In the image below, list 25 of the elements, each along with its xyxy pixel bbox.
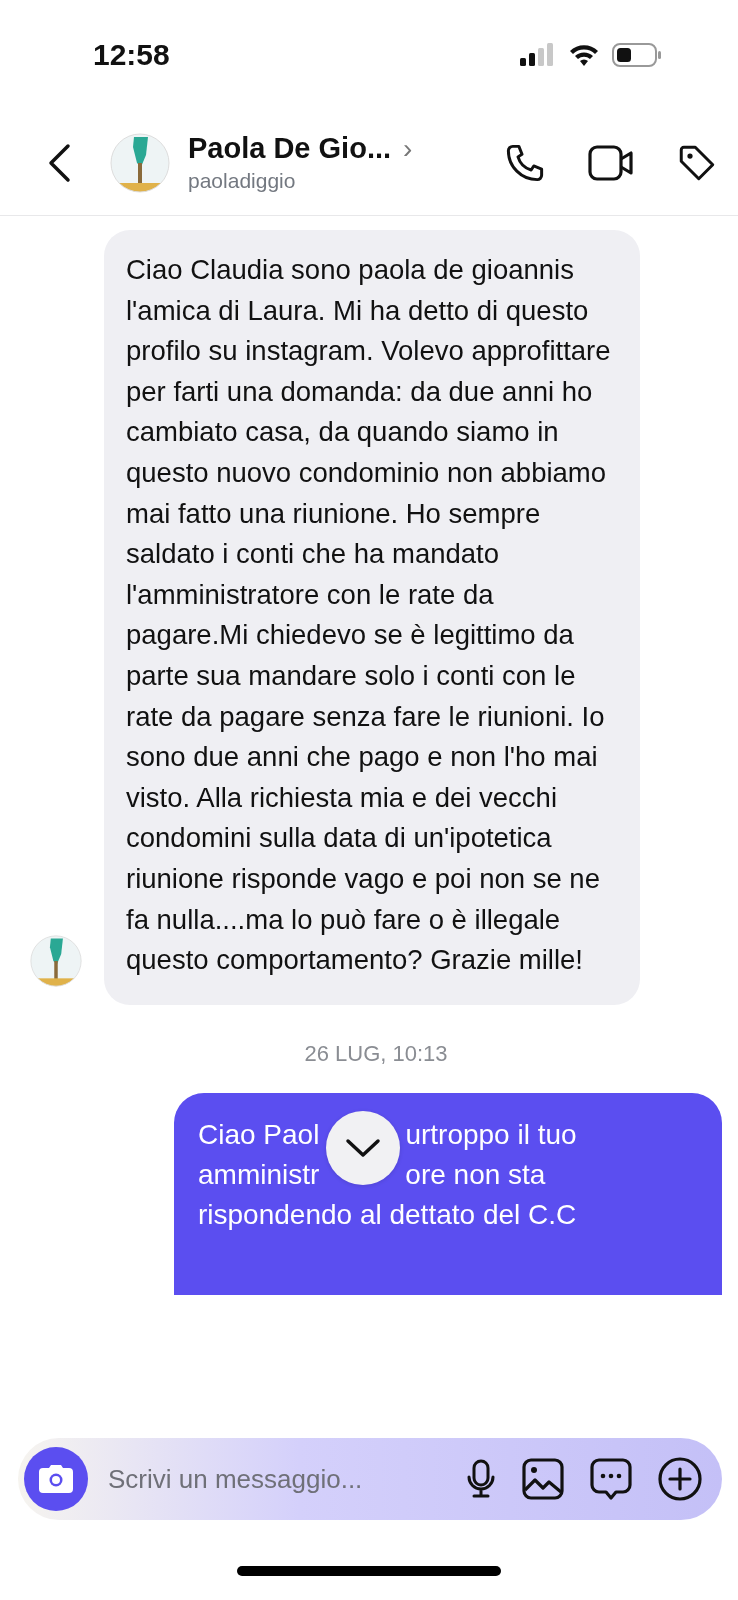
image-icon[interactable] — [522, 1458, 564, 1500]
message-text: ore non sta — [405, 1157, 546, 1192]
message-text: Ciao Paol — [198, 1117, 320, 1152]
back-icon[interactable] — [46, 142, 72, 183]
scroll-down-button[interactable] — [326, 1110, 400, 1185]
chevron-down-icon — [345, 1137, 381, 1158]
battery-icon — [612, 42, 662, 68]
camera-icon — [38, 1464, 74, 1494]
contact-username: paoladiggio — [188, 169, 297, 193]
received-message: Ciao Claudia sono paola de gioannis l'amica di Laura. Mi ha detto di questo profilo su instagram. Volevo approfittare per farti una domanda: da due anni ho cambiato casa, da quando siamo in questo nuovo condominio non abbiamo mai fatto una riunione. Ho sempre saldato i conti che ha mandato l'amministratore con le rate da pagare.Mi chiedevo se è legittimo da parte sua mandare solo i conti con le rate da pagare senza fare le riunioni. Io sono due anni che pago e non l'ho mai visto. Alla richiesta mia e dei vecchi condomini sulla data di un'ipotetica riunione risponde vago e poi non se ne fa nulla....ma lo può fare o è illegale questo comportamento? Grazie mille! — [104, 230, 640, 1005]
camera-button[interactable] — [24, 1447, 88, 1511]
contact-name[interactable]: Paola De Gio... — [188, 132, 392, 165]
chevron-icon[interactable]: › — [403, 132, 413, 165]
message-text: rispondendo al dettato del C.C — [198, 1197, 577, 1232]
message-text: amministr — [198, 1157, 320, 1192]
chat-bubble-icon[interactable] — [590, 1458, 632, 1500]
status-time: 12:58 — [93, 38, 170, 72]
message-text: urtroppo il tuo — [405, 1117, 577, 1152]
message-input[interactable]: Scrivi un messaggio... — [106, 1462, 440, 1496]
message-timestamp: 26 LUG, 10:13 — [304, 1040, 448, 1067]
video-camera-icon[interactable] — [588, 143, 634, 182]
add-icon[interactable] — [658, 1457, 702, 1501]
microphone-icon[interactable] — [466, 1459, 496, 1499]
signal-icon — [520, 43, 556, 67]
wifi-icon — [568, 43, 600, 67]
